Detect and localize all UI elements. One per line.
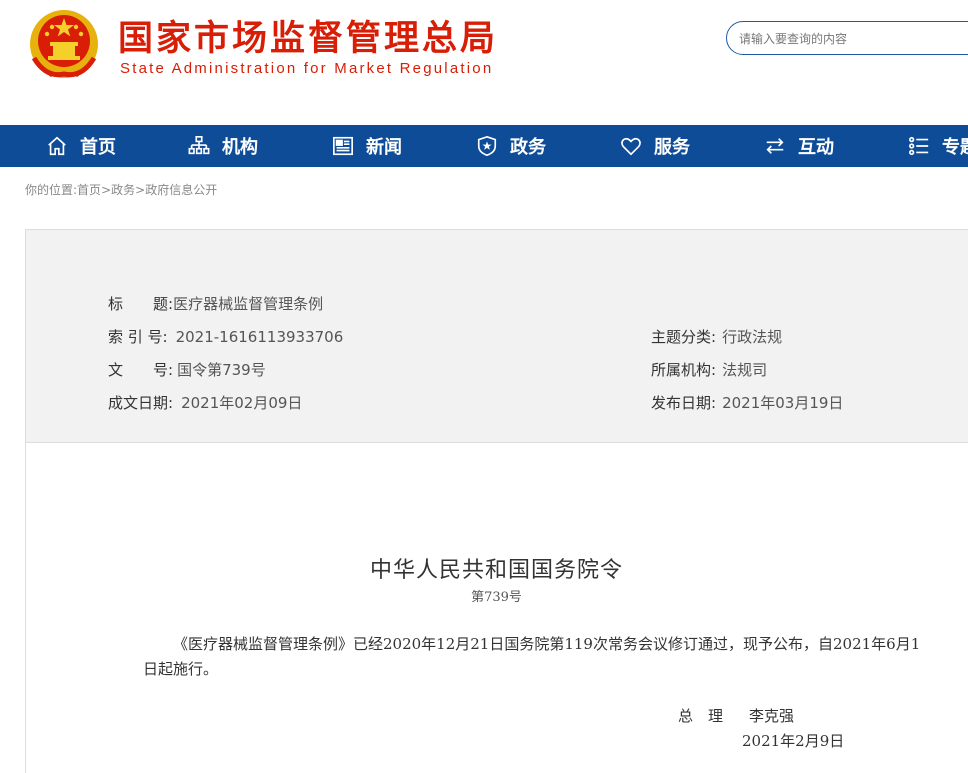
info-publish-value: 2021年03月19日 [722,394,844,412]
nav-services[interactable]: 服务 [620,125,690,167]
info-topic-row: 主题分类: 行政法规 [651,326,782,347]
list-icon [909,136,929,156]
info-publish-row: 发布日期: 2021年03月19日 [651,392,843,413]
document-date: 2021年2月9日 [742,732,845,750]
breadcrumb-info-disclosure[interactable]: 政府信息公开 [145,183,217,197]
nav-label: 服务 [654,137,690,158]
nav-news[interactable]: 新闻 [332,125,402,167]
nav-organization[interactable]: 机构 [188,125,258,167]
info-publish-label: 发布日期: [651,394,717,412]
info-index-label: 索 引 号: [108,328,168,346]
info-org-label: 所属机构: [651,361,717,379]
info-date-row: 成文日期: 2021年02月09日 [108,392,302,413]
signer-name: 李克强 [749,707,795,725]
info-topic-label: 主题分类: [651,328,717,346]
info-docno-label: 文 号: [108,361,174,379]
exchange-icon [766,138,784,154]
info-org-row: 所属机构: 法规司 [651,359,767,380]
document-signature: 总 理 李克强 [678,705,794,726]
home-icon [48,136,66,156]
shield-icon [477,135,497,157]
org-chart-icon [188,136,210,155]
main-nav: 首页 机构 新闻 政务 服务 互动 专 [0,125,968,167]
nav-topics[interactable]: 专题 [908,125,968,167]
breadcrumb-separator: > [101,183,112,197]
info-date-label: 成文日期: [108,394,174,412]
nav-label: 专题 [942,137,968,158]
info-title-label: 标 题: [108,295,174,313]
site-header: 国家市场监督管理总局 State Administration for Mark… [0,0,968,125]
nav-label: 首页 [80,137,116,158]
search-box[interactable] [726,21,968,55]
nav-label: 新闻 [366,137,402,158]
document-body: 《医疗器械监督管理条例》已经2020年12月21日国务院第119次常务会议修订通… [143,635,921,678]
site-title[interactable]: 国家市场监督管理总局 [118,10,498,61]
info-title-value: 医疗器械监督管理条例 [173,295,324,313]
breadcrumb: 你的位置:首页>政务>政府信息公开 [25,181,217,198]
document-title: 中华人民共和国国务院令 [369,558,623,583]
nav-label: 互动 [798,137,834,158]
info-index-row: 索 引 号: 2021-1616113933706 [108,326,343,347]
nav-interaction[interactable]: 互动 [764,125,834,167]
info-topic-value: 行政法规 [722,328,783,346]
info-org-value: 法规司 [722,361,768,379]
national-emblem-icon[interactable] [28,8,100,80]
site-subtitle: State Administration for Market Regulati… [120,60,494,77]
info-docno-value: 国令第739号 [177,361,266,379]
nav-label: 政务 [510,137,546,158]
nav-home[interactable]: 首页 [46,125,116,167]
heart-icon [621,137,641,156]
signer-title: 总 理 [678,707,724,725]
breadcrumb-government[interactable]: 政务 [111,183,135,197]
info-index-value: 2021-1616113933706 [175,328,344,346]
document-content [25,443,968,773]
nav-government[interactable]: 政务 [476,125,546,167]
info-docno-row: 文 号: 国令第739号 [108,359,266,380]
news-icon [333,136,353,156]
breadcrumb-prefix: 你的位置: [25,183,78,197]
breadcrumb-separator: > [135,183,146,197]
info-date-value: 2021年02月09日 [181,394,303,412]
breadcrumb-home[interactable]: 首页 [77,183,101,197]
search-input[interactable] [737,26,961,52]
nav-label: 机构 [222,137,258,158]
info-title-row: 标 题:医疗器械监督管理条例 [108,293,323,314]
document-number: 第739号 [471,590,522,605]
